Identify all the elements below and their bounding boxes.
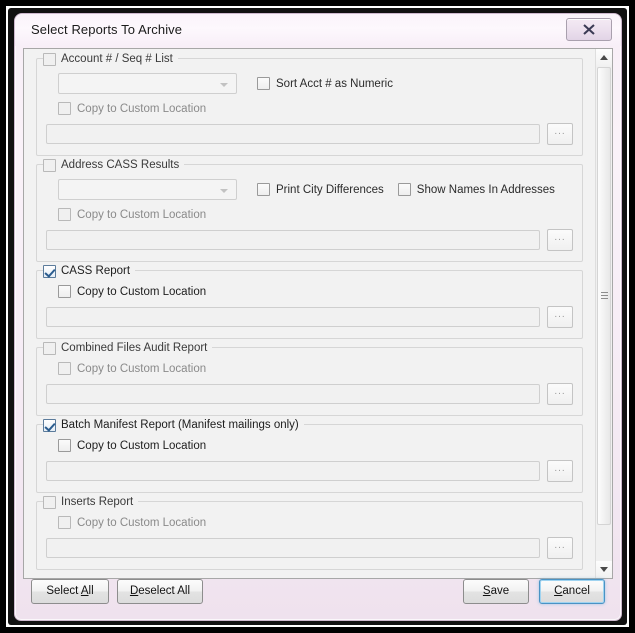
chevron-down-icon	[220, 189, 228, 193]
group-header-batch-manifest-report: Batch Manifest Report (Manifest mailings…	[43, 417, 304, 433]
combo-address-cass-results[interactable]	[58, 179, 237, 200]
copy-row-batch-manifest-report: Copy to Custom Location	[46, 439, 573, 452]
checkbox-copy-custom-location-address-cass-results[interactable]	[58, 208, 71, 221]
screenshot-root: Select Reports To Archive Account # / Se…	[0, 0, 635, 633]
checkbox-copy-custom-location-cass-report[interactable]	[58, 285, 71, 298]
scroll-up-arrow-icon[interactable]	[596, 49, 612, 66]
label-copy-custom-location-address-cass-results: Copy to Custom Location	[77, 208, 207, 221]
copy-row-combined-files-audit-report: Copy to Custom Location	[46, 362, 573, 375]
scroll-thumb-grip-icon	[601, 292, 608, 300]
scroll-viewport: Account # / Seq # List Sort Acct # as Num…	[24, 49, 595, 578]
checkbox-show-names-in-addresses[interactable]	[397, 183, 411, 196]
reports-sections-container: Account # / Seq # List Sort Acct # as Num…	[24, 49, 595, 578]
path-row-cass-report: ...	[46, 306, 573, 328]
group-title-address-cass-results: Address CASS Results	[61, 159, 180, 171]
checkbox-batch-manifest-report[interactable]	[43, 418, 56, 432]
browse-button-batch-manifest-report[interactable]: ...	[547, 460, 573, 482]
save-button[interactable]: Save	[463, 579, 529, 604]
select-all-button[interactable]: Select All	[31, 579, 109, 604]
report-group-inserts-report: Inserts Report Copy to Custom Location...	[36, 494, 583, 570]
copy-row-address-cass-results: Copy to Custom Location	[46, 208, 573, 221]
checkbox-inserts-report[interactable]	[43, 495, 56, 509]
label-show-names-in-addresses: Show Names In Addresses	[416, 183, 555, 196]
label-print-city-differences: Print City Differences	[276, 183, 384, 196]
checkbox-copy-custom-location-combined-files-audit-report[interactable]	[58, 362, 71, 375]
checkbox-account-seq-list[interactable]	[43, 52, 56, 66]
checkbox-copy-custom-location-batch-manifest-report[interactable]	[58, 439, 71, 452]
deselect-all-button[interactable]: Deselect All	[117, 579, 203, 604]
close-x-icon	[583, 24, 595, 35]
report-group-account-seq-list: Account # / Seq # List Sort Acct # as Num…	[36, 51, 583, 156]
browse-button-combined-files-audit-report[interactable]: ...	[547, 383, 573, 405]
path-row-address-cass-results: ...	[46, 229, 573, 251]
checkbox-cass-report[interactable]	[43, 264, 56, 278]
report-group-address-cass-results: Address CASS Results Print City Differenc…	[36, 157, 583, 262]
path-input-batch-manifest-report[interactable]	[46, 461, 540, 481]
group-title-batch-manifest-report: Batch Manifest Report (Manifest mailings…	[61, 419, 299, 431]
window-title: Select Reports To Archive	[31, 22, 183, 37]
report-group-cass-report: CASS Report Copy to Custom Location...	[36, 263, 583, 339]
browse-button-account-seq-list[interactable]: ...	[547, 123, 573, 145]
label-copy-custom-location-account-seq-list: Copy to Custom Location	[77, 102, 207, 115]
combo-account-seq-list[interactable]	[58, 73, 237, 94]
group-header-account-seq-list: Account # / Seq # List	[43, 51, 178, 67]
path-input-cass-report[interactable]	[46, 307, 540, 327]
scroll-down-arrow-icon[interactable]	[596, 561, 612, 578]
options-row-address-cass-results: Print City Differences Show Names In Addr…	[46, 179, 573, 200]
title-bar: Select Reports To Archive	[15, 14, 621, 46]
path-input-inserts-report[interactable]	[46, 538, 540, 558]
browse-button-cass-report[interactable]: ...	[547, 306, 573, 328]
group-header-cass-report: CASS Report	[43, 263, 136, 279]
group-title-cass-report: CASS Report	[61, 265, 131, 277]
chevron-down-icon	[220, 83, 228, 87]
copy-row-account-seq-list: Copy to Custom Location	[46, 102, 573, 115]
checkbox-combined-files-audit-report[interactable]	[43, 341, 56, 355]
close-button[interactable]	[566, 18, 612, 41]
checkbox-copy-custom-location-inserts-report[interactable]	[58, 516, 71, 529]
checkbox-address-cass-results[interactable]	[43, 158, 56, 172]
group-title-account-seq-list: Account # / Seq # List	[61, 53, 173, 65]
copy-row-cass-report: Copy to Custom Location	[46, 285, 573, 298]
path-row-combined-files-audit-report: ...	[46, 383, 573, 405]
checkbox-copy-custom-location-account-seq-list[interactable]	[58, 102, 71, 115]
browse-button-address-cass-results[interactable]: ...	[547, 229, 573, 251]
checkbox-sort-acct-numeric[interactable]	[257, 77, 270, 90]
label-copy-custom-location-cass-report: Copy to Custom Location	[77, 285, 207, 298]
label-sort-acct-numeric: Sort Acct # as Numeric	[276, 77, 393, 90]
path-input-address-cass-results[interactable]	[46, 230, 540, 250]
path-row-inserts-report: ...	[46, 537, 573, 559]
options-row-account-seq-list: Sort Acct # as Numeric	[46, 73, 573, 94]
copy-row-inserts-report: Copy to Custom Location	[46, 516, 573, 529]
vertical-scrollbar[interactable]	[595, 49, 612, 578]
group-title-inserts-report: Inserts Report	[61, 496, 134, 508]
checkbox-print-city-differences[interactable]	[257, 183, 270, 196]
label-copy-custom-location-inserts-report: Copy to Custom Location	[77, 516, 207, 529]
reports-list-panel: Account # / Seq # List Sort Acct # as Num…	[23, 48, 613, 579]
dialog-window: Select Reports To Archive Account # / Se…	[14, 13, 622, 621]
label-copy-custom-location-combined-files-audit-report: Copy to Custom Location	[77, 362, 207, 375]
browse-button-inserts-report[interactable]: ...	[547, 537, 573, 559]
group-title-combined-files-audit-report: Combined Files Audit Report	[61, 342, 208, 354]
report-group-batch-manifest-report: Batch Manifest Report (Manifest mailings…	[36, 417, 583, 493]
scrollbar-thumb[interactable]	[597, 67, 611, 525]
label-copy-custom-location-batch-manifest-report: Copy to Custom Location	[77, 439, 207, 452]
group-header-address-cass-results: Address CASS Results	[43, 157, 185, 173]
report-group-combined-files-audit-report: Combined Files Audit Report Copy to Custo…	[36, 340, 583, 416]
path-input-combined-files-audit-report[interactable]	[46, 384, 540, 404]
path-row-account-seq-list: ...	[46, 123, 573, 145]
path-input-account-seq-list[interactable]	[46, 124, 540, 144]
cancel-button[interactable]: Cancel	[539, 579, 605, 604]
group-header-inserts-report: Inserts Report	[43, 494, 139, 510]
group-header-combined-files-audit-report: Combined Files Audit Report	[43, 340, 213, 356]
path-row-batch-manifest-report: ...	[46, 460, 573, 482]
dialog-footer: Select All Deselect All Save Cancel	[23, 579, 613, 611]
